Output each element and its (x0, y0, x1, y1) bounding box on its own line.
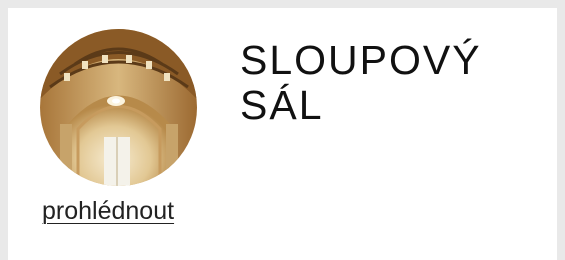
hall-title-line1: SLOUPOVÝ (240, 37, 482, 83)
hall-title: SLOUPOVÝ SÁL (240, 38, 540, 128)
vaulted-ceiling-photo (40, 29, 197, 186)
hall-thumbnail-image[interactable] (40, 29, 197, 186)
hall-title-line2: SÁL (240, 82, 324, 128)
view-link[interactable]: prohlédnout (42, 196, 174, 226)
hall-card: SLOUPOVÝ SÁL prohlédnout (8, 8, 557, 260)
